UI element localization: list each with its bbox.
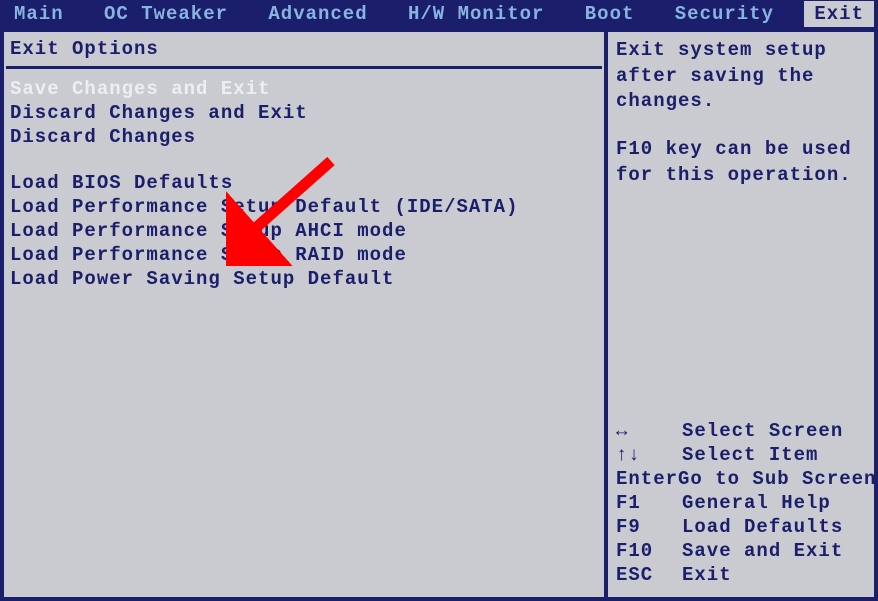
keyhint-desc: Save and Exit (682, 540, 843, 562)
option-load-bios-defaults[interactable]: Load BIOS Defaults (6, 171, 602, 195)
option-load-performance-setup-ahci[interactable]: Load Performance Setup AHCI mode (6, 219, 602, 243)
keyhint-esc: ESC Exit (616, 563, 866, 587)
tab-main[interactable]: Main (4, 1, 74, 27)
help-text-1: Exit system setup after saving the chang… (616, 36, 866, 117)
option-discard-changes-and-exit[interactable]: Discard Changes and Exit (6, 101, 602, 125)
keyhint-desc: Select Screen (682, 420, 843, 442)
keyhint-f1: F1 General Help (616, 491, 866, 515)
keyhint-key: F10 (616, 540, 682, 562)
bios-menubar: Main OC Tweaker Advanced H/W Monitor Boo… (0, 0, 878, 28)
keyhint-desc: Go to Sub Screen (678, 468, 876, 490)
keyhint-select-screen: ↔ Select Screen (616, 419, 866, 443)
option-load-power-saving-setup-default[interactable]: Load Power Saving Setup Default (6, 267, 602, 291)
keyhint-f10: F10 Save and Exit (616, 539, 866, 563)
keyhint-desc: Exit (682, 564, 732, 586)
help-text-2: F10 key can be used for this operation. (616, 135, 866, 190)
keyhint-f9: F9 Load Defaults (616, 515, 866, 539)
tab-advanced[interactable]: Advanced (258, 1, 377, 27)
keyhint-key: ESC (616, 564, 682, 586)
key-hints: ↔ Select Screen ↑↓ Select Item Enter Go … (616, 419, 866, 593)
exit-options-panel: Exit Options Save Changes and Exit Disca… (4, 32, 608, 597)
tab-hw-monitor[interactable]: H/W Monitor (398, 1, 554, 27)
option-load-performance-setup-default-ide-sata[interactable]: Load Performance Setup Default (IDE/SATA… (6, 195, 602, 219)
tab-oc-tweaker[interactable]: OC Tweaker (94, 1, 238, 27)
tab-boot[interactable]: Boot (575, 1, 645, 27)
help-panel: Exit system setup after saving the chang… (608, 32, 874, 597)
keyhint-key: ↔ (616, 420, 682, 442)
section-divider (6, 66, 602, 69)
keyhint-desc: General Help (682, 492, 831, 514)
keyhint-key: F1 (616, 492, 682, 514)
keyhint-desc: Load Defaults (682, 516, 843, 538)
tab-security[interactable]: Security (665, 1, 784, 27)
option-load-performance-setup-raid[interactable]: Load Performance Setup RAID mode (6, 243, 602, 267)
keyhint-key: Enter (616, 468, 678, 490)
keyhint-key: F9 (616, 516, 682, 538)
keyhint-desc: Select Item (682, 444, 818, 466)
panel-title: Exit Options (6, 36, 602, 66)
option-discard-changes[interactable]: Discard Changes (6, 125, 602, 149)
keyhint-enter: Enter Go to Sub Screen (616, 467, 866, 491)
keyhint-select-item: ↑↓ Select Item (616, 443, 866, 467)
bios-content: Exit Options Save Changes and Exit Disca… (0, 28, 878, 601)
tab-exit[interactable]: Exit (804, 1, 874, 27)
option-save-changes-and-exit[interactable]: Save Changes and Exit (6, 77, 602, 101)
keyhint-key: ↑↓ (616, 444, 682, 466)
